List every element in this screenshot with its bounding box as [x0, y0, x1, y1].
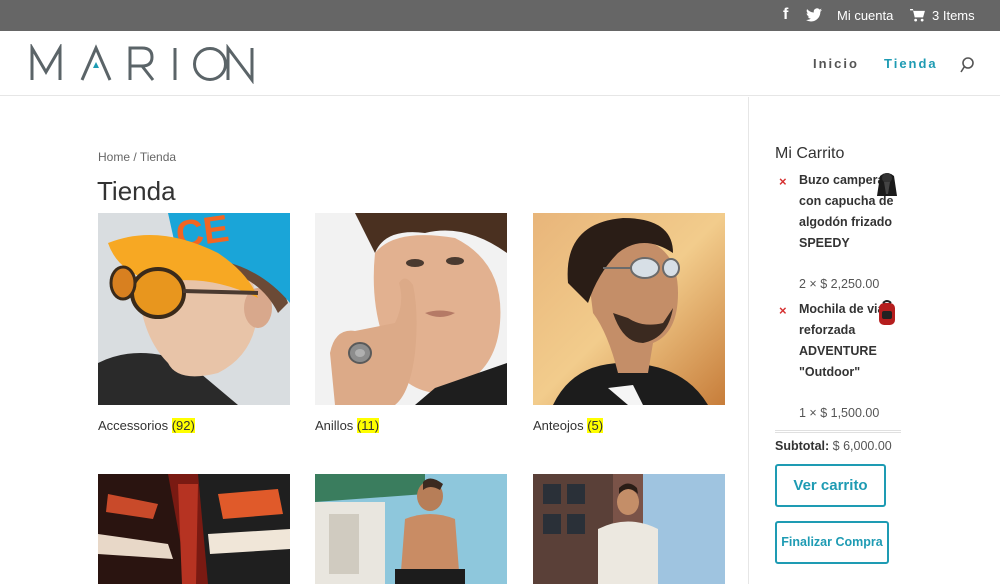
cart-items-count[interactable]: 3 Items	[932, 8, 975, 24]
search-icon[interactable]	[960, 57, 974, 73]
cart-widget-title: Mi Carrito	[775, 145, 845, 162]
cart-subtotal: Subtotal: $ 6,000.00	[775, 439, 892, 453]
site-header: Inicio Tienda	[0, 31, 1000, 96]
category-name: Anillos	[315, 418, 354, 433]
subtotal-value: $ 6,000.00	[832, 439, 892, 453]
subtotal-divider	[775, 432, 901, 433]
subtotal-label: Subtotal:	[775, 439, 830, 453]
nav-item-tienda[interactable]: Tienda	[884, 56, 938, 71]
breadcrumb-current: Tienda	[139, 150, 177, 164]
checkout-button[interactable]: Finalizar Compra	[775, 521, 889, 564]
cart-item-thumbnail[interactable]	[876, 299, 898, 327]
cart-icon[interactable]	[910, 9, 925, 22]
view-cart-button[interactable]: Ver carrito	[775, 464, 886, 507]
category-label-accessorios[interactable]: Accessorios (92)	[98, 418, 195, 433]
site-logo[interactable]	[30, 44, 258, 84]
cart-item-qty-price: 2 × $ 2,250.00	[799, 277, 880, 291]
breadcrumb-home[interactable]: Home	[98, 150, 130, 164]
category-count: (11)	[356, 418, 380, 433]
cart-item-qty-price: 1 × $ 1,500.00	[799, 406, 880, 420]
category-image-4[interactable]	[98, 474, 290, 584]
logo-wordmark	[30, 44, 254, 84]
breadcrumb: Home / Tienda	[98, 150, 176, 164]
remove-item-button[interactable]: ×	[779, 303, 787, 318]
remove-item-button[interactable]: ×	[779, 174, 787, 189]
subtotal-divider	[775, 430, 901, 431]
category-label-anteojos[interactable]: Anteojos (5)	[533, 418, 604, 433]
category-image-anteojos[interactable]	[533, 213, 725, 405]
cart-item-thumbnail[interactable]	[876, 170, 898, 198]
breadcrumb-separator: /	[133, 150, 137, 164]
sidebar-divider	[748, 97, 749, 584]
nav-item-inicio[interactable]: Inicio	[813, 56, 859, 71]
category-count: (5)	[587, 418, 604, 433]
category-name: Anteojos	[533, 418, 584, 433]
category-count: (92)	[171, 418, 195, 433]
category-name: Accessorios	[98, 418, 169, 433]
facebook-icon[interactable]: f	[783, 7, 793, 23]
top-bar: f Mi cuenta 3 Items	[0, 0, 1000, 31]
my-account-link[interactable]: Mi cuenta	[837, 8, 893, 24]
category-label-anillos[interactable]: Anillos (11)	[315, 418, 380, 433]
page-title: Tienda	[97, 176, 176, 206]
category-image-accessorios[interactable]: CE	[98, 213, 290, 405]
category-image-5[interactable]	[315, 474, 507, 584]
category-image-6[interactable]	[533, 474, 725, 584]
category-image-anillos[interactable]	[315, 213, 507, 405]
twitter-icon[interactable]	[806, 8, 822, 22]
